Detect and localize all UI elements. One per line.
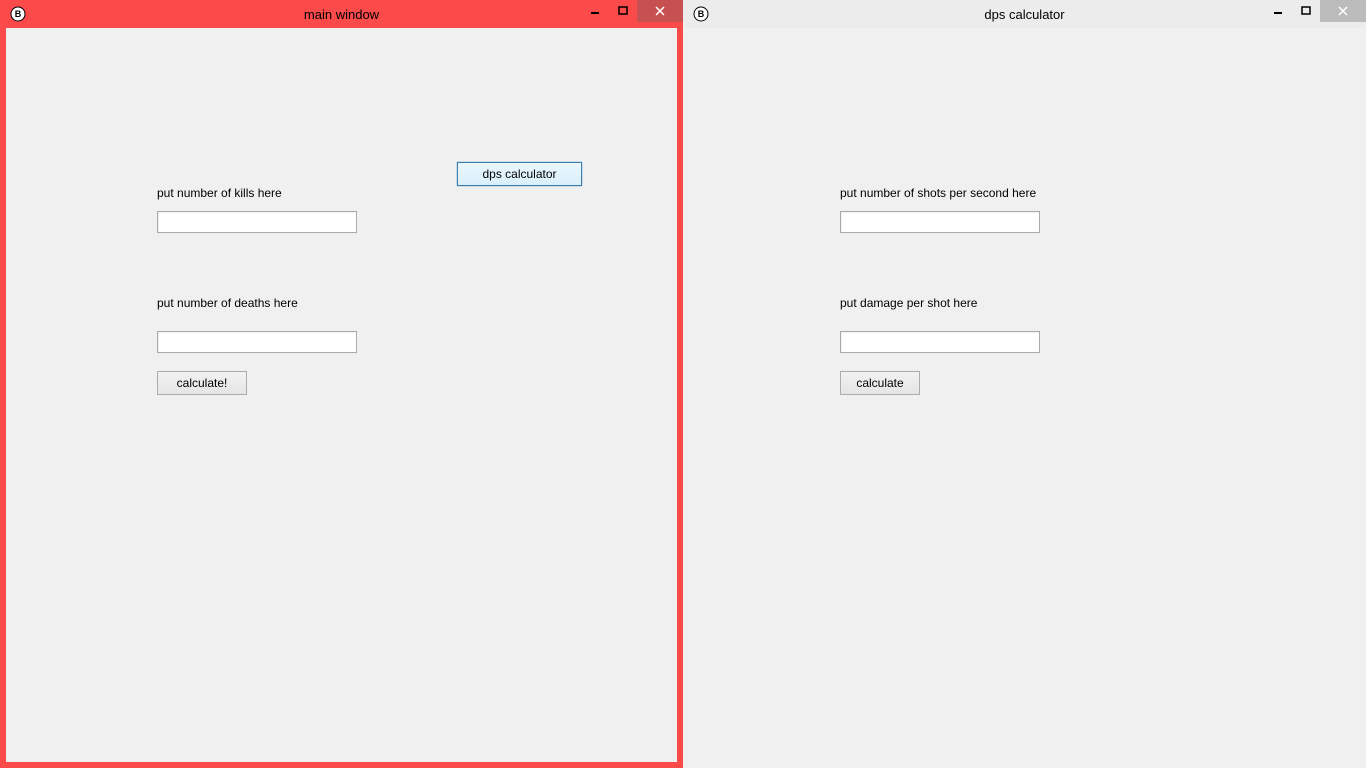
close-button[interactable] — [1320, 0, 1366, 22]
damage-input[interactable] — [840, 331, 1040, 353]
maximize-button[interactable] — [1292, 0, 1320, 22]
window-controls-main — [581, 0, 683, 22]
titlebar-main[interactable]: B main window — [0, 0, 683, 28]
kills-label: put number of kills here — [157, 186, 282, 200]
dps-calculator-window: B dps calculator put number of shots per… — [683, 0, 1366, 768]
maximize-button[interactable] — [609, 0, 637, 22]
shots-input[interactable] — [840, 211, 1040, 233]
dps-calculator-button[interactable]: dps calculator — [457, 162, 582, 186]
minimize-button[interactable] — [1264, 0, 1292, 22]
client-area-main: put number of kills here dps calculator … — [6, 28, 677, 762]
svg-text:B: B — [698, 9, 705, 19]
calculate-button-main[interactable]: calculate! — [157, 371, 247, 395]
deaths-label: put number of deaths here — [157, 296, 298, 310]
main-window: B main window put number of kills here d… — [0, 0, 683, 768]
client-area-dps: put number of shots per second here put … — [683, 28, 1366, 768]
window-controls-dps — [1264, 0, 1366, 22]
kills-input[interactable] — [157, 211, 357, 233]
window-title-main: main window — [304, 7, 379, 22]
titlebar-dps[interactable]: B dps calculator — [683, 0, 1366, 28]
window-title-dps: dps calculator — [984, 7, 1064, 22]
app-icon: B — [693, 6, 709, 22]
svg-text:B: B — [15, 9, 22, 19]
damage-label: put damage per shot here — [840, 296, 977, 310]
app-icon: B — [10, 6, 26, 22]
shots-label: put number of shots per second here — [840, 186, 1036, 200]
calculate-button-dps[interactable]: calculate — [840, 371, 920, 395]
deaths-input[interactable] — [157, 331, 357, 353]
minimize-button[interactable] — [581, 0, 609, 22]
close-button[interactable] — [637, 0, 683, 22]
